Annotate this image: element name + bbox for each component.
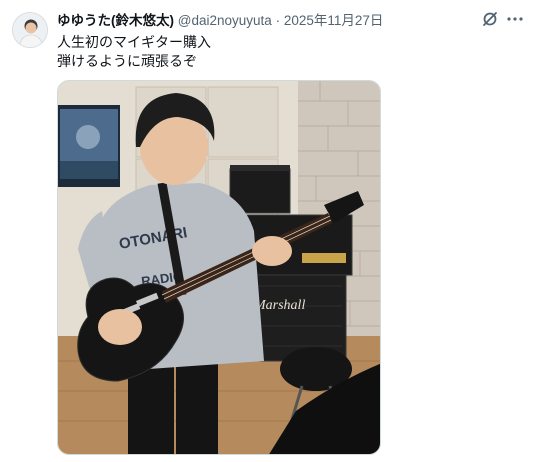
tweet-text-line-1: 人生初のマイギター購入 <box>57 34 211 50</box>
avatar-image <box>13 13 47 47</box>
tweet: ゆゆうた(鈴木悠太) @dai2noyuyuta · 2025年11月27日 人… <box>0 0 536 462</box>
tweet-text: 人生初のマイギター購入 弾けるように頑張るぞ <box>57 33 211 71</box>
post-date[interactable]: 2025年11月27日 <box>284 13 384 28</box>
tweet-photo[interactable]: Marshall OTONARI RADIO <box>57 80 381 455</box>
tweet-header: ゆゆうた(鈴木悠太) @dai2noyuyuta · 2025年11月27日 <box>57 12 476 30</box>
grok-icon[interactable] <box>480 9 500 29</box>
user-handle[interactable]: @dai2noyuyuta <box>178 13 272 28</box>
separator-dot: · <box>275 13 281 28</box>
photo-guitar-player: Marshall OTONARI RADIO <box>58 81 380 454</box>
amp-logo: Marshall <box>253 298 305 313</box>
tweet-text-line-2: 弾けるように頑張るぞ <box>57 53 197 69</box>
avatar[interactable] <box>12 12 48 48</box>
display-name[interactable]: ゆゆうた(鈴木悠太) <box>57 13 174 28</box>
more-icon[interactable] <box>504 9 526 29</box>
